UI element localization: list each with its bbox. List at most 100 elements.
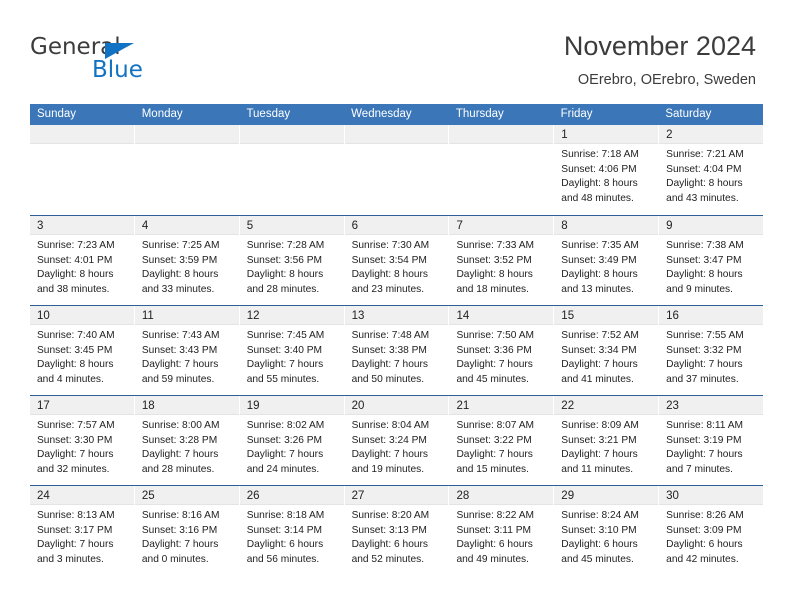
day-cell-25[interactable]: 25 Sunrise: 8:16 AM Sunset: 3:16 PM Dayligh…: [134, 486, 240, 575]
day-cell-3[interactable]: 3 Sunrise: 7:23 AM Sunset: 4:01 PM Daylight…: [30, 216, 135, 305]
day-details: Sunrise: 7:55 AM Sunset: 3:32 PM Daylight:…: [659, 325, 763, 387]
day-cell-27[interactable]: 27 Sunrise: 8:20 AM Sunset: 3:13 PM Dayligh…: [344, 486, 450, 575]
day-detail-line: Sunrise: 7:43 AM: [141, 330, 220, 341]
day-cell-6[interactable]: 6 Sunrise: 7:30 AM Sunset: 3:54 PM Daylight…: [344, 216, 450, 305]
weekday-header-sunday: Sunday: [37, 108, 77, 120]
day-detail-line: Sunrise: 7:52 AM: [561, 330, 639, 341]
day-detail-line: and 59 minutes.: [141, 373, 215, 385]
day-detail-line: Daylight: 8 hours: [37, 359, 114, 371]
day-detail-line: and 11 minutes.: [561, 463, 634, 475]
day-number: 13: [351, 310, 365, 322]
day-detail-line: Daylight: 8 hours: [351, 269, 429, 281]
day-detail-line: Sunset: 4:04 PM: [666, 163, 742, 175]
day-cell-26[interactable]: 26 Sunrise: 8:18 AM Sunset: 3:14 PM Dayligh…: [239, 486, 345, 575]
day-number: 26: [246, 490, 260, 502]
day-detail-line: Sunset: 3:24 PM: [351, 434, 427, 446]
day-number: 12: [246, 310, 260, 322]
day-number-band: 30: [659, 486, 764, 505]
day-detail-line: Sunset: 3:49 PM: [561, 254, 637, 266]
day-detail-line: Sunrise: 7:21 AM: [666, 149, 744, 160]
day-detail-line: Daylight: 8 hours: [666, 269, 743, 281]
calendar-grid: Sunday Monday Tuesday Wednesday Thursday Frid…: [30, 104, 764, 575]
day-details: [345, 144, 449, 148]
day-cell-empty: [239, 125, 345, 215]
day-cell-14[interactable]: 14 Sunrise: 7:50 AM Sunset: 3:36 PM Dayligh…: [449, 306, 555, 395]
day-number-band: 24: [30, 486, 134, 505]
day-detail-line: Daylight: 7 hours: [666, 449, 743, 461]
day-details: Sunrise: 8:24 AM Sunset: 3:10 PM Daylight:…: [554, 505, 658, 567]
day-cell-13[interactable]: 13 Sunrise: 7:48 AM Sunset: 3:38 PM Dayligh…: [344, 306, 450, 395]
weekday-header-tuesday: Tuesday: [246, 108, 291, 120]
day-cell-30[interactable]: 30 Sunrise: 8:26 AM Sunset: 3:09 PM Dayligh…: [659, 486, 764, 575]
day-cell-12[interactable]: 12 Sunrise: 7:45 AM Sunset: 3:40 PM Dayligh…: [239, 306, 345, 395]
day-cell-7[interactable]: 7 Sunrise: 7:33 AM Sunset: 3:52 PM Daylight…: [449, 216, 555, 305]
day-detail-line: Daylight: 7 hours: [456, 449, 533, 461]
day-cell-16[interactable]: 16 Sunrise: 7:55 AM Sunset: 3:32 PM Dayligh…: [659, 306, 764, 395]
day-cell-empty: [449, 125, 555, 215]
weekday-header-row: Sunday Monday Tuesday Wednesday Thursday Frid…: [30, 104, 763, 125]
day-cell-10[interactable]: 10 Sunrise: 7:40 AM Sunset: 3:45 PM Dayligh…: [30, 306, 135, 395]
day-number: 5: [246, 220, 254, 232]
day-detail-line: Sunrise: 8:07 AM: [456, 420, 535, 431]
day-number: 11: [141, 310, 154, 322]
day-cell-11[interactable]: 11 Sunrise: 7:43 AM Sunset: 3:43 PM Dayligh…: [134, 306, 240, 395]
day-detail-line: Sunset: 3:17 PM: [37, 524, 113, 536]
day-cell-21[interactable]: 21 Sunrise: 8:07 AM Sunset: 3:22 PM Dayligh…: [449, 396, 555, 485]
day-cell-24[interactable]: 24 Sunrise: 8:13 AM Sunset: 3:17 PM Dayligh…: [30, 486, 135, 575]
day-cell-28[interactable]: 28 Sunrise: 8:22 AM Sunset: 3:11 PM Dayligh…: [449, 486, 555, 575]
page-title: November 2024: [563, 31, 756, 61]
day-detail-line: Daylight: 6 hours: [561, 539, 638, 551]
day-details: Sunrise: 8:04 AM Sunset: 3:24 PM Daylight:…: [345, 415, 449, 477]
day-details: [240, 144, 344, 148]
day-detail-line: Sunrise: 7:55 AM: [666, 330, 744, 341]
day-detail-line: Sunset: 3:09 PM: [666, 524, 742, 536]
day-details: Sunrise: 8:11 AM Sunset: 3:19 PM Daylight:…: [659, 415, 763, 477]
day-detail-line: and 19 minutes.: [351, 463, 425, 475]
day-detail-line: and 15 minutes.: [456, 463, 529, 475]
day-cell-5[interactable]: 5 Sunrise: 7:28 AM Sunset: 3:56 PM Daylight…: [239, 216, 345, 305]
day-cell-22[interactable]: 22 Sunrise: 8:09 AM Sunset: 3:21 PM Dayligh…: [554, 396, 660, 485]
day-detail-line: and 24 minutes.: [246, 463, 320, 475]
day-details: Sunrise: 8:18 AM Sunset: 3:14 PM Daylight:…: [240, 505, 344, 567]
day-number-band: 17: [30, 396, 134, 415]
day-detail-line: Sunset: 3:34 PM: [561, 344, 637, 356]
day-cell-23[interactable]: 23 Sunrise: 8:11 AM Sunset: 3:19 PM Dayligh…: [659, 396, 764, 485]
day-number-band: 9: [659, 216, 764, 235]
day-detail-line: Daylight: 7 hours: [141, 359, 219, 371]
day-details: Sunrise: 7:45 AM Sunset: 3:40 PM Daylight:…: [240, 325, 344, 387]
day-number-band: 18: [134, 396, 239, 415]
day-detail-line: and 33 minutes.: [141, 283, 215, 295]
day-detail-line: Sunrise: 8:13 AM: [37, 510, 115, 521]
day-cell-8[interactable]: 8 Sunrise: 7:35 AM Sunset: 3:49 PM Daylight…: [554, 216, 660, 305]
day-detail-line: Daylight: 7 hours: [141, 449, 219, 461]
day-details: Sunrise: 7:50 AM Sunset: 3:36 PM Daylight:…: [449, 325, 553, 387]
day-number-band: 8: [554, 216, 659, 235]
day-cell-1[interactable]: 1 Sunrise: 7:18 AM Sunset: 4:06 PM Daylight…: [554, 125, 660, 215]
day-cell-2[interactable]: 2 Sunrise: 7:21 AM Sunset: 4:04 PM Daylight…: [659, 125, 764, 215]
day-detail-line: Sunset: 3:22 PM: [456, 434, 532, 446]
day-cell-20[interactable]: 20 Sunrise: 8:04 AM Sunset: 3:24 PM Dayligh…: [344, 396, 450, 485]
day-cell-18[interactable]: 18 Sunrise: 8:00 AM Sunset: 3:28 PM Dayligh…: [134, 396, 240, 485]
day-detail-line: Sunset: 3:21 PM: [561, 434, 637, 446]
day-detail-line: Daylight: 7 hours: [351, 359, 429, 371]
day-cell-4[interactable]: 4 Sunrise: 7:25 AM Sunset: 3:59 PM Daylight…: [134, 216, 240, 305]
day-cell-17[interactable]: 17 Sunrise: 7:57 AM Sunset: 3:30 PM Dayligh…: [30, 396, 135, 485]
day-details: Sunrise: 8:02 AM Sunset: 3:26 PM Daylight:…: [240, 415, 344, 477]
day-detail-line: and 52 minutes.: [351, 553, 425, 565]
day-details: Sunrise: 8:13 AM Sunset: 3:17 PM Daylight:…: [30, 505, 134, 567]
generalblue-logo[interactable]: General Blue: [30, 34, 240, 92]
day-cell-19[interactable]: 19 Sunrise: 8:02 AM Sunset: 3:26 PM Dayligh…: [239, 396, 345, 485]
day-detail-line: and 56 minutes.: [246, 553, 320, 565]
day-number: 18: [141, 400, 155, 412]
day-cell-9[interactable]: 9 Sunrise: 7:38 AM Sunset: 3:47 PM Daylight…: [659, 216, 764, 305]
day-detail-line: Daylight: 8 hours: [141, 269, 219, 281]
day-details: Sunrise: 7:38 AM Sunset: 3:47 PM Daylight:…: [659, 235, 763, 297]
day-detail-line: Daylight: 6 hours: [351, 539, 429, 551]
day-cell-29[interactable]: 29 Sunrise: 8:24 AM Sunset: 3:10 PM Dayligh…: [554, 486, 660, 575]
day-cell-15[interactable]: 15 Sunrise: 7:52 AM Sunset: 3:34 PM Dayligh…: [554, 306, 660, 395]
day-number: 10: [37, 310, 50, 322]
day-detail-line: Sunset: 3:28 PM: [141, 434, 218, 446]
day-details: [30, 144, 134, 148]
day-detail-line: Sunset: 3:45 PM: [37, 344, 113, 356]
day-detail-line: Daylight: 8 hours: [666, 178, 743, 190]
